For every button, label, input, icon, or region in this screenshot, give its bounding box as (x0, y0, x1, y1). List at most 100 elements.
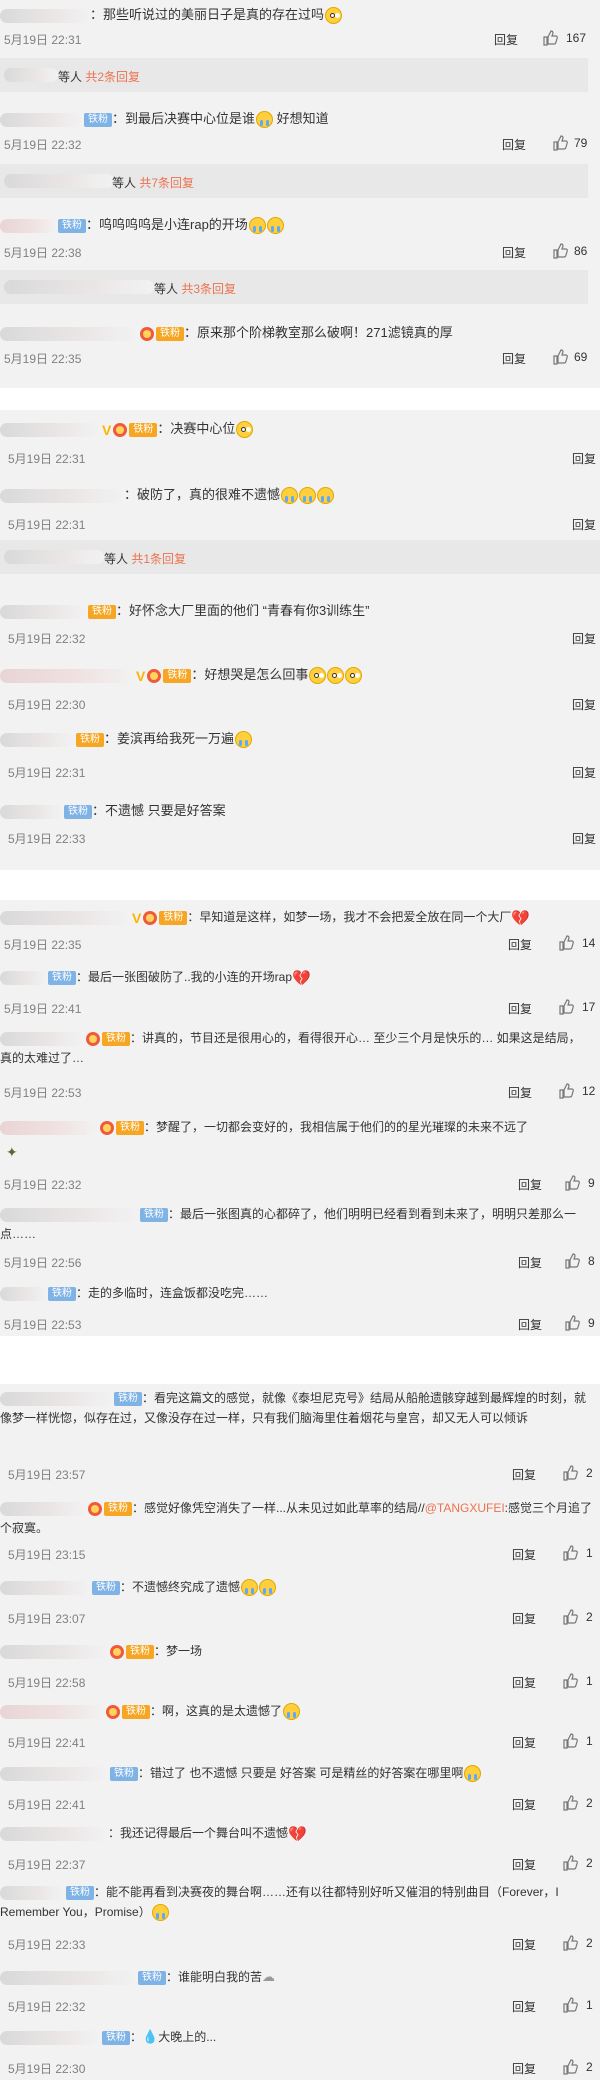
thumbs-up-icon[interactable] (564, 1175, 580, 1191)
thumbs-up-icon[interactable] (562, 1545, 578, 1561)
reply-button[interactable]: 回复 (572, 450, 596, 467)
reply-button[interactable]: 回复 (508, 1000, 532, 1017)
reply-button[interactable]: 回复 (512, 1796, 536, 1813)
thumbs-up-icon[interactable] (562, 2059, 578, 2075)
reply-button[interactable]: 回复 (518, 1316, 542, 1333)
blurred-username[interactable] (0, 1207, 138, 1222)
replies-total-link[interactable]: 共7条回复 (139, 176, 194, 190)
thumbs-up-icon[interactable] (552, 243, 568, 259)
reply-button[interactable]: 回复 (502, 136, 526, 153)
blurred-username[interactable] (0, 1826, 108, 1841)
reply-button[interactable]: 回复 (518, 1176, 542, 1193)
blurred-username[interactable] (0, 1704, 104, 1719)
blurred-username[interactable] (0, 8, 90, 23)
reply-button[interactable]: 回复 (508, 1084, 532, 1101)
thumbs-up-icon[interactable] (562, 1673, 578, 1689)
blurred-username[interactable] (0, 218, 56, 233)
comment-item: V 铁粉 ：早知道是这样，如梦一场，我才不会把爱全放在同一个大厂💔 5月19日 22… (0, 900, 600, 958)
fan-badge: 铁粉 (126, 1644, 154, 1659)
replies-total-link[interactable]: 共3条回复 (181, 282, 236, 296)
blurred-username[interactable] (0, 1391, 112, 1406)
thumbs-up-icon[interactable] (552, 135, 568, 151)
comment-time: 5月19日 23:07 (8, 1612, 86, 1626)
replies-summary[interactable]: 等人 共7条回复 (0, 164, 588, 198)
thumbs-up-icon[interactable] (558, 999, 574, 1015)
reply-button[interactable]: 回复 (572, 830, 596, 847)
thumbs-up-icon[interactable] (562, 1609, 578, 1625)
reply-button[interactable]: 回复 (512, 2060, 536, 2077)
blurred-username[interactable] (0, 488, 124, 503)
comment-time: 5月19日 22:35 (4, 938, 82, 952)
fan-badge: 铁粉 (104, 1501, 132, 1516)
blurred-username[interactable] (0, 804, 62, 819)
blurred-username[interactable] (0, 422, 100, 437)
thumbs-up-icon[interactable] (562, 1855, 578, 1871)
mention-link[interactable]: @TANGXUFEI (425, 1501, 505, 1515)
comment-item: 铁粉 ：讲真的，节目还是很用心的，看得很开心… 至少三个月是快乐的… 如果这是结局… (0, 1031, 596, 1101)
reply-button[interactable]: 回复 (494, 31, 518, 48)
thumbs-up-icon[interactable] (562, 1795, 578, 1811)
blurred-username[interactable] (0, 1970, 136, 1985)
reply-button[interactable]: 回复 (512, 1734, 536, 1751)
blurred-username[interactable] (0, 1031, 84, 1046)
replies-summary[interactable]: 等人 共1条回复 (0, 540, 600, 574)
reply-button[interactable]: 回复 (512, 1674, 536, 1691)
fan-crown-icon (143, 910, 158, 925)
blurred-username[interactable] (0, 326, 138, 341)
like-count: 9 (588, 1176, 595, 1190)
reply-button[interactable]: 回复 (512, 1998, 536, 2015)
thumbs-up-icon[interactable] (564, 1315, 580, 1331)
blurred-username[interactable] (0, 112, 82, 127)
reply-button[interactable]: 回复 (512, 1610, 536, 1627)
reply-button[interactable]: 回复 (512, 1856, 536, 1873)
blurred-username[interactable] (0, 668, 134, 683)
blurred-username[interactable] (0, 910, 130, 925)
comment-item: ：破防了，真的很难不遗憾 5月19日 22:31 回复 (0, 476, 600, 534)
blurred-username[interactable] (0, 1644, 108, 1659)
thumbs-up-icon[interactable] (558, 935, 574, 951)
comment-time: 5月19日 22:58 (8, 1676, 86, 1690)
replies-summary[interactable]: 等人 共2条回复 (0, 58, 588, 92)
replies-summary[interactable]: 等人 共3条回复 (0, 270, 588, 304)
reply-button[interactable]: 回复 (512, 1466, 536, 1483)
reply-button[interactable]: 回复 (518, 1254, 542, 1271)
blurred-username[interactable] (0, 1885, 64, 1900)
fan-badge: 铁粉 (64, 804, 92, 819)
reply-button[interactable]: 回复 (572, 696, 596, 713)
fan-badge: 铁粉 (159, 910, 188, 925)
comment-card-3: V 铁粉 ：早知道是这样，如梦一场，我才不会把爱全放在同一个大厂💔 5月19日 22… (0, 900, 600, 1336)
reply-button[interactable]: 回复 (508, 936, 532, 953)
reply-button[interactable]: 回复 (512, 1546, 536, 1563)
thumbs-up-icon[interactable] (562, 1733, 578, 1749)
blurred-username[interactable] (0, 732, 74, 747)
fan-badge: 铁粉 (92, 1580, 120, 1595)
blurred-username[interactable] (0, 1501, 86, 1516)
blurred-username[interactable] (0, 2030, 100, 2045)
replies-total-link[interactable]: 共2条回复 (85, 70, 140, 84)
thumbs-up-icon[interactable] (552, 349, 568, 365)
thumbs-up-icon[interactable] (562, 1465, 578, 1481)
reply-button[interactable]: 回复 (572, 630, 596, 647)
blurred-username[interactable] (0, 1766, 108, 1781)
replies-total-link[interactable]: 共1条回复 (131, 552, 186, 566)
fan-crown-icon (113, 422, 128, 437)
comment-item: V 铁粉 ：决赛中心位 5月19日 22:31 回复 (0, 410, 600, 472)
thumbs-up-icon[interactable] (562, 1935, 578, 1951)
blurred-username[interactable] (0, 1580, 90, 1595)
blurred-username[interactable] (0, 604, 86, 619)
thumbs-up-icon[interactable] (558, 1083, 574, 1099)
crying-emoji-icon (256, 111, 274, 129)
comment-text: 梦醒了，一切都会变好的，我相信属于他们的的星光璀璨的未来不远了 (156, 1120, 529, 1134)
blurred-username[interactable] (0, 1120, 98, 1135)
reply-button[interactable]: 回复 (572, 764, 596, 781)
reply-button[interactable]: 回复 (572, 516, 596, 533)
thumbs-up-icon[interactable] (562, 1997, 578, 2013)
blurred-username[interactable] (0, 970, 46, 985)
thumbs-up-icon[interactable] (542, 30, 558, 46)
reply-button[interactable]: 回复 (502, 350, 526, 367)
reply-button[interactable]: 回复 (502, 244, 526, 261)
reply-button[interactable]: 回复 (512, 1936, 536, 1953)
comment-text: 决赛中心位 (170, 421, 236, 436)
blurred-username[interactable] (0, 1286, 46, 1301)
thumbs-up-icon[interactable] (564, 1253, 580, 1269)
